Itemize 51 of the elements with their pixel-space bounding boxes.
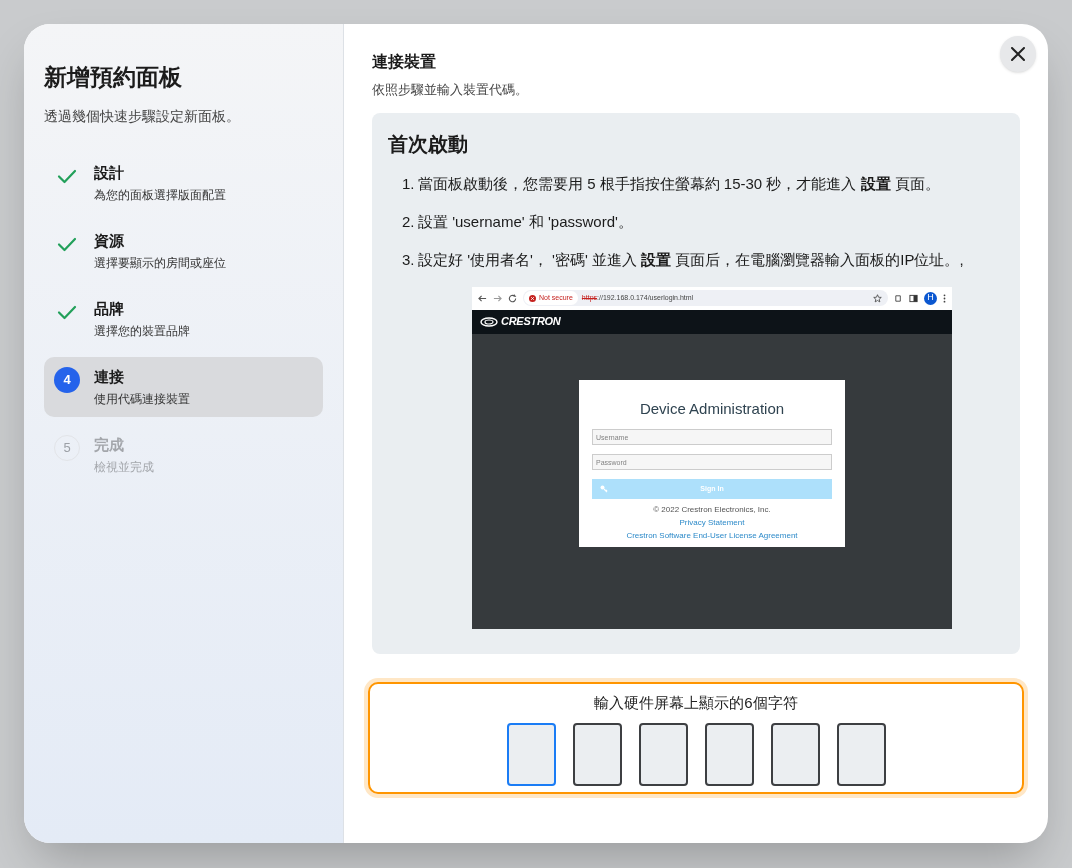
section-subtitle: 依照步驟並輸入裝置代碼。 <box>372 81 528 99</box>
step-item[interactable]: 資源 選擇要顯示的房間或座位 <box>44 221 323 281</box>
code-digit-field[interactable] <box>638 723 688 786</box>
step-label: 完成 <box>94 435 125 455</box>
step-description: 為您的面板選擇版面配置 <box>94 187 226 204</box>
step-label: 設計 <box>94 163 125 183</box>
close-icon <box>1011 47 1025 61</box>
list-number: 3. <box>402 249 416 270</box>
instruction-text: 當面板啟動後，您需要用 5 根手指按住螢幕約 15-30 秒，才能進入 設置 頁面。 <box>418 173 940 194</box>
code-entry-label: 輸入硬件屏幕上顯示的6個字符 <box>594 692 798 713</box>
sidepanel-icon[interactable] <box>909 293 918 303</box>
footer-link[interactable]: Privacy Statement <box>679 518 745 528</box>
code-digit-field[interactable] <box>770 723 820 786</box>
back-arrow-icon[interactable] <box>478 293 487 303</box>
login-title: Device Administration <box>639 398 785 419</box>
section-title: 連接裝置 <box>372 52 436 72</box>
step-description: 檢視並完成 <box>94 459 154 476</box>
step-item[interactable]: 品牌 選擇您的裝置品牌 <box>44 289 323 349</box>
step-label: 資源 <box>94 231 125 251</box>
code-digit-field[interactable] <box>572 723 622 786</box>
copyright-text: © 2022 Crestron Electronics, Inc. <box>653 505 771 515</box>
swirl-logo-icon <box>480 316 498 327</box>
list-number: 1. <box>402 173 416 194</box>
code-digit-field[interactable] <box>836 723 886 786</box>
guide-heading: 首次啟動 <box>388 131 468 157</box>
footer-link[interactable]: Crestron Software End-User License Agreement <box>626 531 798 541</box>
key-icon <box>600 485 608 493</box>
forward-arrow-icon[interactable] <box>493 293 502 303</box>
instruction-text: 設置 'username' 和 'password'。 <box>418 211 633 232</box>
instruction-text: 設定好 '使用者名'， '密碼' 並進入 設置 頁面后，在電腦瀏覽器輸入面板的IP位址。, <box>418 249 964 270</box>
step-item[interactable]: 設計 為您的面板選擇版面配置 <box>44 153 323 213</box>
profile-avatar[interactable]: H <box>924 291 937 305</box>
warning-icon <box>529 294 536 302</box>
step-description: 選擇要顯示的房間或座位 <box>94 255 226 272</box>
step-description: 使用代碼連接裝置 <box>94 391 190 408</box>
step-label: 連接 <box>94 367 125 387</box>
step-description: 選擇您的裝置品牌 <box>94 323 190 340</box>
step-item[interactable]: 4 連接 使用代碼連接裝置 <box>44 357 323 417</box>
reload-icon[interactable] <box>508 293 517 303</box>
star-icon[interactable] <box>873 293 882 303</box>
brand-logo-text: CRESTRON <box>501 314 561 330</box>
list-number: 2. <box>402 211 416 232</box>
dialog-subtitle: 透過幾個快速步驟設定新面板。 <box>44 107 241 126</box>
code-digit-field[interactable] <box>704 723 754 786</box>
more-icon[interactable] <box>943 293 946 303</box>
step-label: 品牌 <box>94 299 125 319</box>
dialog-title: 新增預約面板 <box>44 63 183 92</box>
close-button[interactable] <box>1000 36 1036 72</box>
step-number: 4 <box>54 367 80 393</box>
extension-icon[interactable] <box>894 293 903 303</box>
code-digit-field[interactable] <box>506 723 556 786</box>
